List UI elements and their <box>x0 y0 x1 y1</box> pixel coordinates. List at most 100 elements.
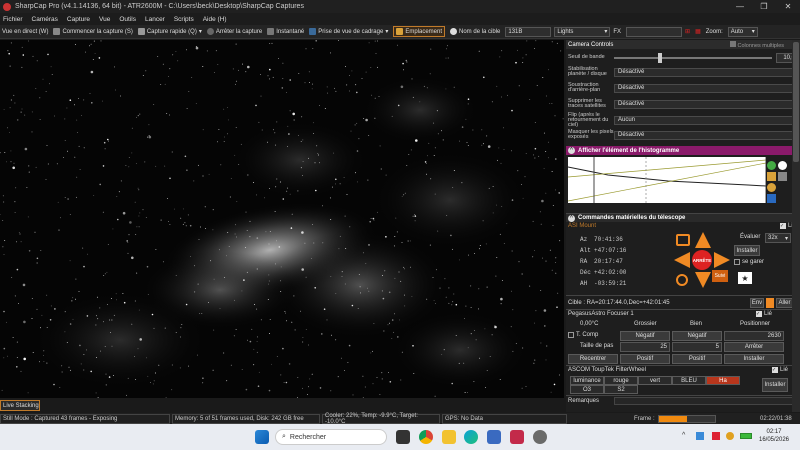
explorer-icon[interactable] <box>442 430 456 444</box>
clock[interactable]: 02:17 16/05/2026 <box>756 428 792 444</box>
filter-vert[interactable]: vert <box>638 376 672 385</box>
battery-icon[interactable] <box>740 433 752 439</box>
task-view-icon[interactable] <box>396 430 410 444</box>
image-viewport[interactable] <box>0 40 564 398</box>
menu-scripts[interactable]: Scripts <box>174 16 194 23</box>
start-capture-button[interactable]: Commencer la capture (S) <box>53 28 133 35</box>
target-sun-icon[interactable] <box>676 274 688 286</box>
snapshot-button[interactable]: Instantané <box>267 28 304 35</box>
threshold-slider[interactable] <box>614 52 772 63</box>
store-icon[interactable] <box>487 430 501 444</box>
filterwheel-linked[interactable]: ✓ Lié <box>771 367 788 373</box>
goto-arrow-icon[interactable] <box>766 298 774 308</box>
checkbox[interactable]: ✓ <box>771 367 778 373</box>
env-button[interactable]: Env <box>750 298 764 308</box>
live-stacking-tab[interactable]: Live Stacking <box>0 400 40 411</box>
star-icon[interactable]: ★ <box>738 272 752 284</box>
zoom-select[interactable]: Auto ▾ <box>727 26 758 37</box>
fine-negative-button[interactable]: Négatif <box>672 331 722 341</box>
focuser-linked[interactable]: ✓ Lié <box>755 311 772 317</box>
stabilization-select[interactable]: Désactivé <box>614 67 798 77</box>
live-view-button[interactable]: Vue en direct (W) <box>2 29 48 35</box>
checkbox[interactable] <box>734 259 740 265</box>
maximize-icon[interactable]: ❐ <box>752 0 776 13</box>
edge-icon[interactable] <box>464 430 478 444</box>
multi-column-toggle[interactable]: Colonnes multiples <box>729 40 784 49</box>
reset-icon[interactable] <box>767 183 776 192</box>
arrow-right-icon[interactable] <box>714 252 730 268</box>
crosshair-icon[interactable]: ⊞ <box>685 28 690 35</box>
mask-pixels-select[interactable]: Désactivé <box>614 130 798 140</box>
menu-fichier[interactable]: Fichier <box>3 16 23 23</box>
collapse-icon[interactable]: ^ <box>568 147 575 154</box>
arrow-up-icon[interactable] <box>695 232 711 248</box>
close-icon[interactable]: ✕ <box>776 0 800 13</box>
menu-vue[interactable]: Vue <box>99 16 110 23</box>
quick-capture-button[interactable]: Capture rapide (Q) ▾ <box>137 28 202 35</box>
fine-step-input[interactable]: 5 <box>672 342 722 352</box>
tcomp-checkbox[interactable]: T. Comp <box>568 332 598 338</box>
camera-controls-header[interactable]: Camera Controls Colonnes multiples <box>566 40 800 49</box>
frame-type-select[interactable]: Lights ▾ <box>554 26 611 37</box>
focuser-stop-button[interactable]: Arrêter <box>724 342 784 352</box>
target-name-input[interactable]: 131B <box>505 26 552 37</box>
slew-left-top-icon[interactable] <box>676 234 690 246</box>
arrow-left-icon[interactable] <box>674 252 690 268</box>
tray-app-icon[interactable] <box>712 432 720 440</box>
windows-start-icon[interactable] <box>255 430 269 444</box>
coarse-negative-button[interactable]: Négatif <box>620 331 670 341</box>
panel-scrollbar[interactable] <box>792 40 800 412</box>
filter-o3[interactable]: O3 <box>570 385 604 394</box>
minimize-icon[interactable]: — <box>728 0 752 13</box>
framing-button[interactable]: Prise de vue de cadrage ▾ <box>309 28 388 35</box>
telescope-header[interactable]: ^ Commandes matérielles du télescope <box>566 213 800 222</box>
target-name-toggle[interactable]: Nom de la cible <box>450 28 500 35</box>
sharpcap-icon[interactable] <box>510 430 524 444</box>
recenter-button[interactable]: Recentrer <box>568 354 618 364</box>
follow-button[interactable]: Suivi <box>712 270 728 282</box>
fine-positive-button[interactable]: Positif <box>672 354 722 364</box>
slider-thumb[interactable] <box>658 52 663 63</box>
contrast-icon[interactable] <box>778 161 787 170</box>
placement-button[interactable]: Emplacement <box>393 26 446 37</box>
stop-capture-button[interactable]: Arrêter la capture <box>206 28 262 35</box>
app-icon[interactable] <box>533 430 547 444</box>
save-icon[interactable] <box>767 194 776 203</box>
focuser-install-button[interactable]: Installer <box>724 354 784 364</box>
park-checkbox[interactable]: se garer <box>734 259 764 265</box>
chrome-icon[interactable] <box>419 430 433 444</box>
histogram-header[interactable]: ^ Afficher l'élément de l'histogramme <box>566 146 800 155</box>
tray-chevron-icon[interactable]: ^ <box>682 432 685 439</box>
install-mount-button[interactable]: Installer <box>734 245 760 256</box>
collapse-icon[interactable]: ^ <box>568 214 575 222</box>
filter-s2[interactable]: S2 <box>604 385 638 394</box>
remarks-input[interactable] <box>614 396 798 405</box>
checkbox[interactable] <box>568 332 574 338</box>
coarse-positive-button[interactable]: Positif <box>620 354 670 364</box>
grid-icon[interactable]: ▦ <box>695 28 701 35</box>
fx-select[interactable] <box>626 26 683 37</box>
menu-outils[interactable]: Outils <box>119 16 136 23</box>
satellite-trails-select[interactable]: Désactivé <box>614 99 798 109</box>
filter-bleu[interactable]: BLEU <box>672 376 706 385</box>
filter-rouge[interactable]: rouge <box>604 376 638 385</box>
menu-cameras[interactable]: Caméras <box>32 16 58 23</box>
filter-ha[interactable]: Ha <box>706 376 740 385</box>
menu-capture[interactable]: Capture <box>67 16 90 23</box>
adjust-icon[interactable] <box>767 172 776 181</box>
stretch-icon[interactable] <box>778 172 787 181</box>
scroll-thumb[interactable] <box>793 42 799 162</box>
filter-luminance[interactable]: luminance <box>570 376 604 385</box>
coarse-step-input[interactable]: 25 <box>620 342 670 352</box>
background-subtraction-select[interactable]: Désactivé <box>614 83 798 93</box>
info-icon[interactable] <box>767 161 776 170</box>
arrow-down-icon[interactable] <box>695 272 711 288</box>
tray-app-icon[interactable] <box>696 432 704 440</box>
flip-select[interactable]: Aucun <box>614 115 798 125</box>
histogram[interactable] <box>567 157 767 203</box>
checkbox[interactable]: ✓ <box>755 311 762 317</box>
taskbar-search[interactable]: ⌕ Rechercher <box>275 429 387 445</box>
filterwheel-install-button[interactable]: Installer <box>762 378 788 392</box>
menu-aide[interactable]: Aide (H) <box>203 16 227 23</box>
menu-lancer[interactable]: Lancer <box>145 16 165 23</box>
